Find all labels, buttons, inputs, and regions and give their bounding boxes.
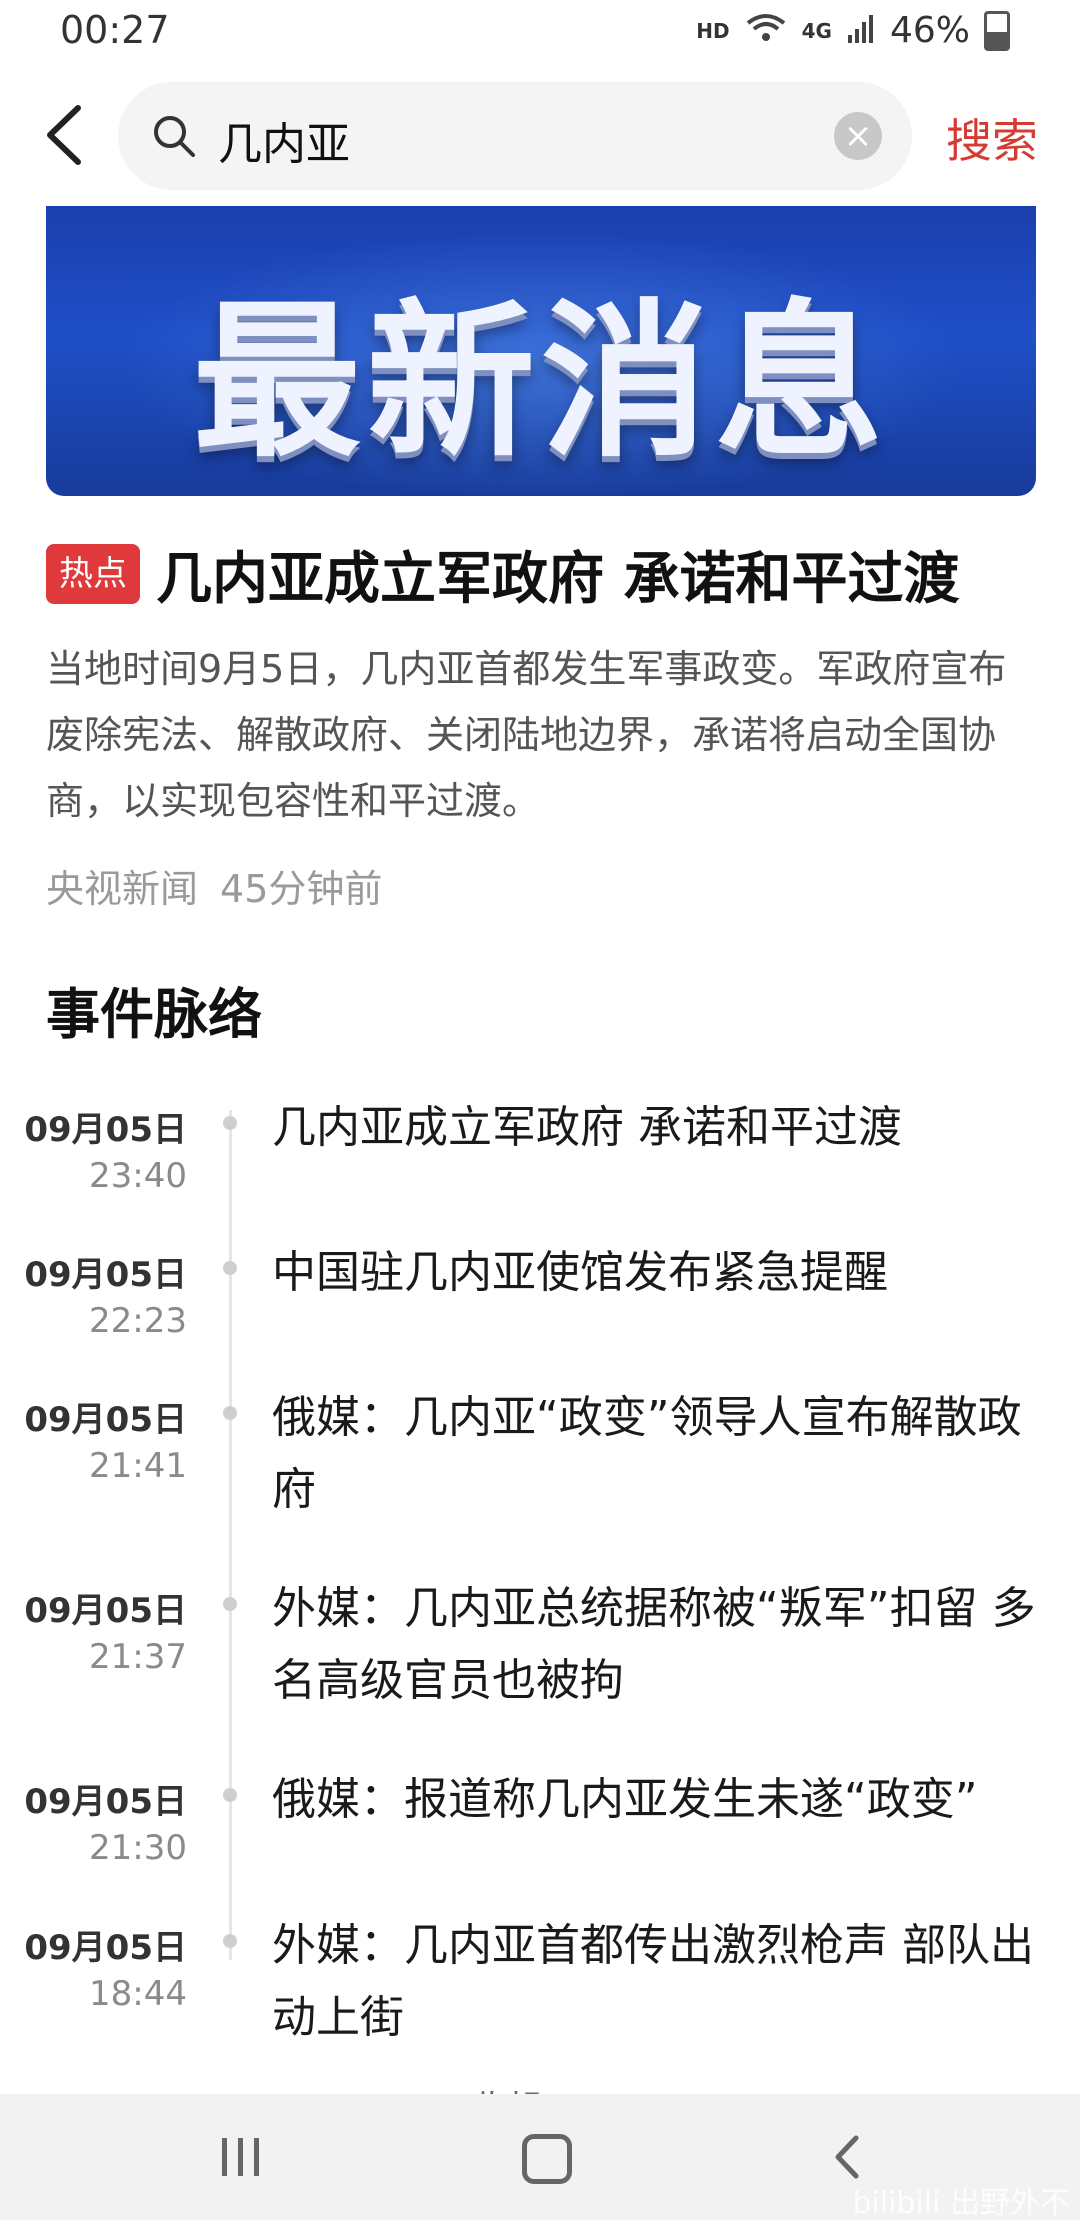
timeline-item-title[interactable]: 外媒：几内亚首都传出激烈枪声 部队出动上街 [272,1910,1042,2054]
search-icon [154,116,195,157]
timeline-item-title[interactable]: 外媒：几内亚总统据称被“叛军”扣留 多名高级官员也被拘 [272,1573,1042,1717]
timeline-item-title[interactable]: 俄媒：报道称几内亚发生未遂“政变” [272,1764,1042,1836]
article-source: 央视新闻 [46,867,199,911]
timeline-line [229,1110,232,1960]
recents-icon[interactable] [222,2138,262,2178]
search-query[interactable]: 几内亚 [218,108,350,172]
timeline-dot [223,1597,237,1611]
news-banner[interactable]: 最新消息 [46,206,1036,496]
status-icons: HD 4G 46% [696,10,1010,51]
timeline-item-title[interactable]: 俄媒：几内亚“政变”领导人宣布解散政府 [272,1382,1042,1526]
timeline-date: 09月05日 [24,1591,187,1631]
timeline-dot [223,1116,237,1130]
clear-icon[interactable]: × [834,112,882,160]
timeline-item-title[interactable]: 中国驻几内亚使馆发布紧急提醒 [272,1237,1042,1309]
article-meta: 央视新闻 45分钟前 [46,858,404,913]
timeline-dot [223,1788,237,1802]
banner-text: 最新消息 [193,284,889,480]
timeline-time: 22:23 [89,1301,187,1341]
timeline-time: 21:30 [89,1828,187,1868]
timeline-time: 21:37 [89,1637,187,1677]
watermark: bilibili 出野外不 [852,2186,1070,2221]
home-icon[interactable] [522,2134,572,2184]
wifi-icon [744,11,788,51]
timeline-date: 09月05日 [24,1255,187,1295]
signal-type: 4G [801,18,832,43]
timeline-time: 23:40 [89,1156,187,1196]
status-time: 00:27 [60,8,170,52]
timeline-date: 09月05日 [24,1110,187,1150]
article-headline[interactable]: 几内亚成立军政府 承诺和平过渡 [156,534,960,615]
article-summary: 当地时间9月5日，几内亚首都发生军事政变。军政府宣布废除宪法、解散政府、关闭陆地… [46,647,1007,823]
timeline-date: 09月05日 [24,1928,187,1968]
hd-indicator: HD [696,18,730,43]
timeline-date: 09月05日 [24,1400,187,1440]
search-input[interactable]: 几内亚 × [118,82,912,190]
nav-back-icon[interactable] [828,2132,868,2182]
back-button[interactable] [40,100,90,170]
battery-percent: 46% [889,10,970,51]
status-bar: 00:27 HD 4G 46% [0,0,1080,68]
timeline-title: 事件脉络 [46,983,262,1046]
timeline-time: 21:41 [89,1446,187,1486]
cell-signal-icon [846,13,876,49]
search-button[interactable]: 搜索 [946,105,1038,171]
hot-badge: 热点 [46,544,140,604]
battery-icon [984,10,1010,51]
timeline-time: 18:44 [89,1974,187,2014]
timeline-dot [223,1406,237,1420]
chevron-left-icon [47,105,81,165]
timeline-date: 09月05日 [24,1782,187,1822]
timeline-item-title[interactable]: 几内亚成立军政府 承诺和平过渡 [272,1092,1042,1164]
timeline-dot [223,1934,237,1948]
article-time: 45分钟前 [220,867,383,911]
timeline-dot [223,1261,237,1275]
